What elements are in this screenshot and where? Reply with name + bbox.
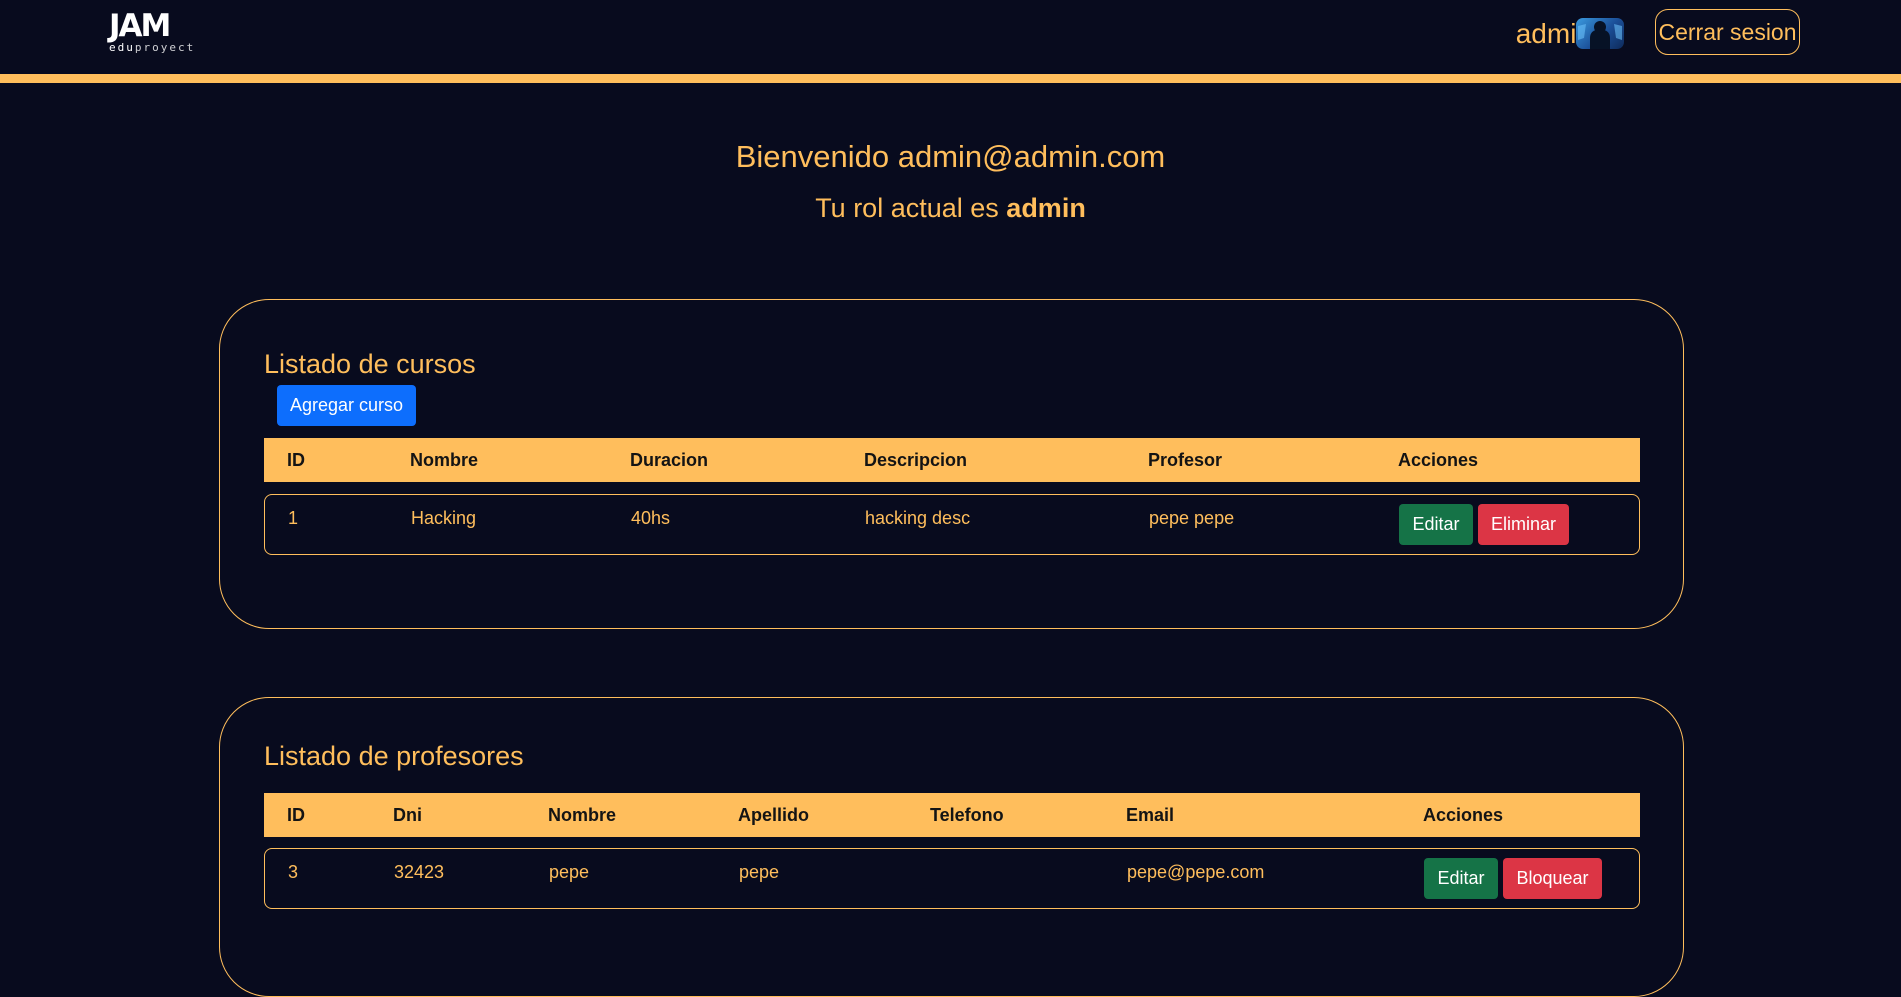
col-header: Nombre	[548, 805, 617, 825]
welcome-role: Tu rol actual es admin	[0, 191, 1901, 225]
logo-sub-b: proyect	[134, 41, 196, 54]
cell-email: pepe@pepe.com	[1127, 862, 1265, 882]
col-header: Telefono	[930, 805, 1004, 825]
cell-nombre: Hacking	[411, 508, 477, 528]
courses-card: Listado de cursos Agregar curso ID Nombr…	[219, 299, 1684, 629]
cell-apellido: pepe	[739, 862, 780, 882]
cell-profesor: pepe pepe	[1149, 508, 1235, 528]
cell-duracion: 40hs	[631, 508, 671, 528]
cell-nombre: pepe	[549, 862, 590, 882]
teachers-table-header: ID Dni Nombre Apellido Telefono Email Ac…	[264, 793, 1640, 837]
logo-sub-a: edu	[109, 41, 135, 54]
navbar-divider	[0, 74, 1901, 83]
teachers-card: Listado de profesores ID Dni Nombre Apel…	[219, 697, 1684, 997]
col-header: Email	[1126, 805, 1175, 825]
delete-course-button[interactable]: Eliminar	[1478, 504, 1569, 545]
brand-logo[interactable]: JAM eduproyect	[109, 10, 209, 56]
cell-descripcion: hacking desc	[865, 508, 971, 528]
add-course-button[interactable]: Agregar curso	[277, 385, 416, 426]
teachers-title: Listado de profesores	[264, 741, 524, 771]
user-avatar-icon	[1576, 18, 1624, 49]
col-header: Dni	[393, 805, 422, 825]
block-teacher-button[interactable]: Bloquear	[1503, 858, 1602, 899]
navbar: JAM eduproyect admin Cerrar sesion	[0, 0, 1901, 74]
cell-id: 1	[288, 508, 299, 528]
col-header: Acciones	[1398, 450, 1479, 470]
logo-main-text: JAM	[109, 8, 171, 44]
courses-title: Listado de cursos	[264, 349, 476, 379]
role-value: admin	[1006, 193, 1086, 223]
edit-teacher-button[interactable]: Editar	[1424, 858, 1498, 899]
cell-dni: 32423	[394, 862, 445, 882]
cell-id: 3	[288, 862, 299, 882]
teacher-row: 3 32423 pepe pepe pepe@pepe.com Editar B…	[264, 848, 1640, 909]
course-row: 1 Hacking 40hs hacking desc pepe pepe Ed…	[264, 494, 1640, 555]
col-header: Nombre	[410, 450, 479, 470]
logout-button[interactable]: Cerrar sesion	[1655, 9, 1800, 55]
edit-course-button[interactable]: Editar	[1399, 504, 1473, 545]
logo-sub-text: eduproyect	[109, 42, 209, 54]
col-header: ID	[287, 805, 305, 825]
col-header: Apellido	[738, 805, 809, 825]
role-prefix: Tu rol actual es	[815, 193, 999, 223]
col-header: Descripcion	[864, 450, 968, 470]
courses-table-header: ID Nombre Duracion Descripcion Profesor …	[264, 438, 1640, 482]
welcome-title: Bienvenido admin@admin.com	[735, 139, 1166, 174]
col-header: Duracion	[630, 450, 709, 470]
col-header: Acciones	[1423, 805, 1504, 825]
col-header: ID	[287, 450, 305, 470]
col-header: Profesor	[1148, 450, 1223, 470]
